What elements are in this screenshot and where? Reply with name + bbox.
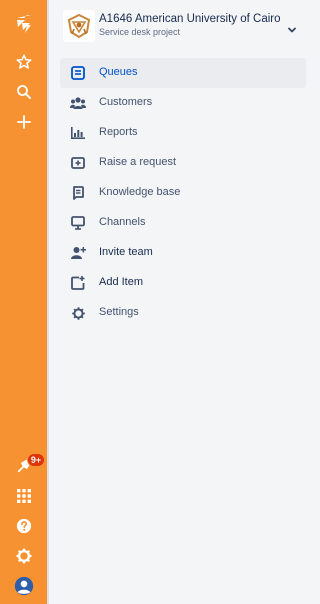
knowledge-base-icon <box>70 185 86 201</box>
invite-team-icon <box>70 245 86 261</box>
channels-icon <box>70 215 86 231</box>
sidebar-item-channels[interactable]: Channels <box>60 208 306 238</box>
sidebar-item-label: Channels <box>99 216 146 228</box>
search-icon[interactable] <box>8 76 40 108</box>
sidebar-item-label: Knowledge base <box>99 186 181 198</box>
notification-count-badge: 9+ <box>27 453 45 467</box>
project-switcher[interactable]: A1646 American University of Cairo Servi… <box>61 8 311 44</box>
reports-icon <box>70 125 86 141</box>
sidebar-item-customers[interactable]: Customers <box>60 88 306 118</box>
profile-avatar-icon[interactable] <box>8 570 40 602</box>
add-item-icon <box>70 275 86 291</box>
settings-icon <box>70 305 86 321</box>
project-name: A1646 American University of Cairo <box>99 13 281 25</box>
sidebar-item-label: Queues <box>99 66 138 78</box>
sidebar-item-label: Add Item <box>99 276 144 288</box>
project-type: Service desk project <box>99 27 181 37</box>
customers-icon <box>70 95 86 111</box>
queues-icon <box>70 65 86 81</box>
global-navigation: 9+ <box>0 0 47 604</box>
sidebar-item-reports[interactable]: Reports <box>60 118 306 148</box>
sidebar-item-invite-team[interactable]: Invite team <box>60 238 306 268</box>
project-avatar <box>63 10 95 42</box>
app-switcher-icon[interactable] <box>8 480 40 512</box>
sidebar-item-knowledge-base[interactable]: Knowledge base <box>60 178 306 208</box>
sidebar-item-raise-a-request[interactable]: Raise a request <box>60 148 306 178</box>
settings-icon[interactable] <box>8 540 40 572</box>
sidebar-item-label: Raise a request <box>99 156 177 168</box>
sidebar-item-label: Reports <box>99 126 138 138</box>
sidebar-item-settings[interactable]: Settings <box>60 298 306 328</box>
sidebar-item-label: Customers <box>99 96 153 108</box>
sidebar-item-label: Settings <box>99 306 139 318</box>
project-logo-icon <box>67 13 91 39</box>
project-sidebar: A1646 American University of Cairo Servi… <box>49 0 318 604</box>
help-icon[interactable] <box>8 510 40 542</box>
raise-request-icon <box>70 155 86 171</box>
chevron-down-icon[interactable] <box>287 22 297 40</box>
star-icon[interactable] <box>8 46 40 78</box>
sidebar-item-label: Invite team <box>99 246 153 258</box>
sidebar-item-add-item[interactable]: Add Item <box>60 268 306 298</box>
plus-icon[interactable] <box>8 106 40 138</box>
sidebar-item-queues[interactable]: Queues <box>60 58 306 88</box>
jira-logo-icon[interactable] <box>8 8 40 40</box>
